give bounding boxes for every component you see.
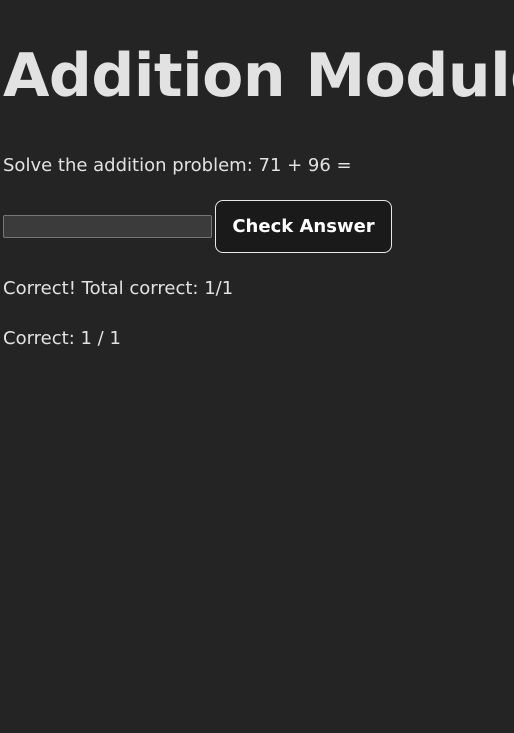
answer-row: Check Answer xyxy=(3,200,392,253)
problem-prompt: Solve the addition problem: 71 + 96 = xyxy=(3,155,352,176)
check-answer-button[interactable]: Check Answer xyxy=(215,200,392,253)
feedback-message: Correct! Total correct: 1/1 xyxy=(3,278,234,299)
answer-input[interactable] xyxy=(3,215,212,238)
page-title: Addition Module xyxy=(3,41,514,111)
addition-module-page: Addition Module Solve the addition probl… xyxy=(0,0,514,733)
score-counter: Correct: 1 / 1 xyxy=(3,328,121,349)
